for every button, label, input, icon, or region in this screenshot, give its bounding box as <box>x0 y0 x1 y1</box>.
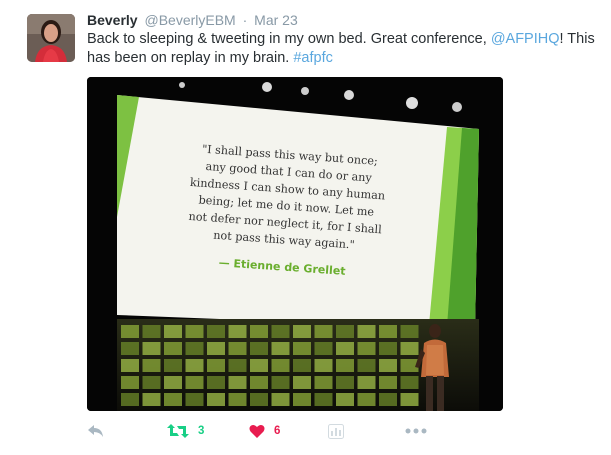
more-dots-icon <box>405 428 427 434</box>
tweet-date[interactable]: Mar 23 <box>254 12 298 28</box>
retweet-count: 3 <box>198 425 205 437</box>
tweet-photo[interactable]: "I shall pass this way but once; any goo… <box>87 77 503 411</box>
heart-icon <box>249 424 265 438</box>
separator-dot: · <box>242 12 248 28</box>
tweet: Beverly @BeverlyEBM · Mar 23 Back to sle… <box>0 0 611 455</box>
analytics-icon <box>328 423 344 439</box>
mention-link[interactable]: @AFPIHQ <box>491 31 560 47</box>
tweet-actions: 3 6 <box>87 420 447 442</box>
hashtag-link[interactable]: #afpfc <box>293 50 333 66</box>
retweet-icon <box>167 424 189 438</box>
tweet-text: Back to sleeping & tweeting in my own be… <box>87 30 597 68</box>
avatar[interactable] <box>27 14 75 62</box>
like-count: 6 <box>274 425 281 437</box>
conference-slide-photo: "I shall pass this way but once; any goo… <box>87 77 503 411</box>
like-button[interactable]: 6 <box>249 420 280 442</box>
tweet-text-part1: Back to sleeping & tweeting in my own be… <box>87 31 491 47</box>
author-handle[interactable]: @BeverlyEBM <box>144 12 235 28</box>
analytics-button[interactable] <box>328 420 344 442</box>
retweet-button[interactable]: 3 <box>167 420 204 442</box>
author-name[interactable]: Beverly <box>87 12 138 28</box>
more-options-button[interactable] <box>405 420 427 442</box>
reply-icon <box>88 425 103 437</box>
tweet-header: Beverly @BeverlyEBM · Mar 23 <box>87 11 298 29</box>
reply-button[interactable] <box>87 420 105 442</box>
